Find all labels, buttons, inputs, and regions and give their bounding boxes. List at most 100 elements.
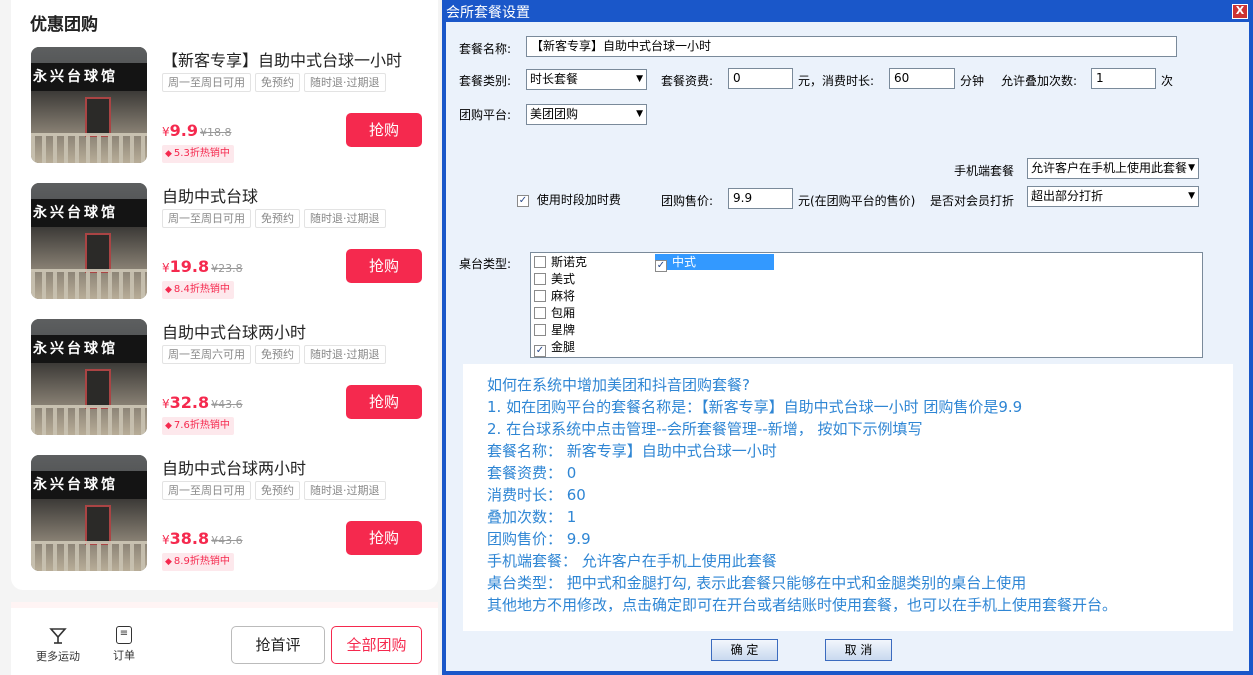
close-icon: X [1235,4,1245,17]
package-name-input[interactable]: 【新客专享】自助中式台球一小时 [526,36,1177,57]
fire-icon: ◆ [165,285,172,295]
deal-item[interactable]: 永兴台球馆 自助中式台球两小时 周一至周六可用 免预约 随时退·过期退 ¥32.8 ¥43.… [0,319,440,437]
buy-button[interactable]: 抢购 [346,113,422,147]
table-type-name: 中式 [672,255,697,269]
bottom-bar: 更多运动 ≡ 订单 抢首评 全部团购 [11,602,438,675]
dialog-title: 会所套餐设置 [446,5,530,21]
store-photo: 永兴台球馆 [31,319,147,435]
instruction-line: 其他地方不用修改，点击确定即可在开台或者结账时使用套餐，也可以在手机上使用套餐开… [487,596,1118,614]
mobile-package-select[interactable]: 允许客户在手机上使用此套餐 ▼ [1027,158,1199,179]
divider [11,602,438,608]
instruction-line: 桌台类型： 把中式和金腿打勾, 表示此套餐只能够在中式和金腿类别的桌台上使用 [487,574,1027,592]
buy-button[interactable]: 抢购 [346,521,422,555]
duration-input[interactable]: 60 [889,68,955,89]
store-sign-text: 永兴台球馆 [31,63,147,91]
discount-text: 7.6折热销中 [173,420,230,431]
deal-item[interactable]: 永兴台球馆 自助中式台球 周一至周日可用 免预约 随时退·过期退 ¥19.8 ¥23.8 ◆ 8… [0,183,440,301]
table-type-name: 美式 [551,272,576,286]
deal-tag: 随时退·过期退 [304,73,386,92]
discount-badge: ◆ 7.6折热销中 [162,417,234,435]
order-list-icon: ≡ [116,626,132,644]
instruction-line: 消费时长： 60 [487,486,586,504]
deal-tag: 免预约 [255,209,300,228]
group-price-input[interactable]: 9.9 [728,188,793,209]
package-type-select[interactable]: 时长套餐 ▼ [526,69,647,90]
dropdown-arrow-icon: ▼ [636,109,643,119]
fire-icon: ◆ [165,421,172,431]
member-discount-select[interactable]: 超出部分打折 ▼ [1027,186,1199,207]
buy-button[interactable]: 抢购 [346,249,422,283]
cocktail-glass-icon [48,626,68,646]
deal-title: 自助中式台球两小时 [162,323,307,342]
price-value: 19.8 [169,257,210,276]
fire-icon: ◆ [165,149,172,159]
dialog-body: 套餐名称: 【新客专享】自助中式台球一小时 套餐类别: 时长套餐 ▼ 套餐资费:… [446,22,1249,671]
deal-item[interactable]: 永兴台球馆 自助中式台球两小时周一至周日可用 免预约 随时退·过期退 ¥38.8 ¥43.… [0,455,440,573]
time-surcharge-checkbox[interactable]: ✓ 使用时段加时费 [517,191,621,208]
minutes-label: 分钟 [960,74,985,88]
instruction-line: 如何在系统中增加美团和抖音团购套餐? [487,376,750,394]
buy-button[interactable]: 抢购 [346,385,422,419]
discount-text: 8.9折热销中 [173,556,230,567]
deal-tag: 免预约 [255,73,300,92]
stack-times-input[interactable]: 1 [1091,68,1156,89]
checkbox-icon [534,273,546,285]
dropdown-arrow-icon: ▼ [1188,191,1195,201]
checkbox-checked-icon: ✓ [534,345,546,357]
original-price: ¥18.8 [199,126,232,139]
instruction-line: 手机端套餐： 允许客户在手机上使用此套餐 [487,552,777,570]
table-type-name: 包厢 [551,306,576,320]
deal-tag: 随时退·过期退 [304,345,386,364]
checkbox-icon [534,290,546,302]
table-type-item[interactable]: 包厢 [534,305,575,321]
table-type-item[interactable]: 斯诺克 [534,254,587,270]
instruction-note: 如何在系统中增加美团和抖音团购套餐? 1. 如在团购平台的套餐名称是：【新客专享】… [463,364,1233,631]
discount-text: 8.4折热销中 [173,284,230,295]
deal-price: ¥38.8 ¥43.6 [162,529,243,548]
instruction-line: 团购售价： 9.9 [487,530,591,548]
deal-item[interactable]: 永兴台球馆 【新客专享】自助中式台球一小时 周一至周日可用 免预约 随时退·过期退 ¥9.… [0,47,440,165]
deal-tags: 周一至周日可用 免预约 随时退·过期退 [162,481,386,500]
table-type-item[interactable]: 美式 [534,271,575,287]
deal-price: ¥32.8 ¥43.6 [162,393,243,412]
table-type-name: 麻将 [551,289,576,303]
orders-label: 订单 [113,649,135,662]
deal-tag: 随时退·过期退 [304,481,386,500]
discount-badge: ◆ 8.4折热销中 [162,281,234,299]
orders-button[interactable]: ≡ 订单 [99,626,149,663]
stack-times-label: 允许叠加次数: [1001,74,1078,88]
package-fee-input[interactable]: 0 [728,68,793,89]
table-type-item-zhongshi[interactable]: ✓ 中式 [655,254,774,272]
table-type-item[interactable]: ✓ 金腿 [534,339,575,357]
close-button[interactable]: X [1232,4,1248,19]
first-review-button[interactable]: 抢首评 [231,626,325,664]
table-type-item[interactable]: 星牌 [534,322,575,338]
table-type-name: 星牌 [551,323,576,337]
cancel-button[interactable]: 取 消 [825,639,892,661]
platform-select[interactable]: 美团团购 ▼ [526,104,647,125]
all-deals-button[interactable]: 全部团购 [331,626,422,664]
store-photo: 永兴台球馆 [31,455,147,571]
store-photo: 永兴台球馆 [31,47,147,163]
group-price-suffix: 元(在团购平台的售价) [798,194,916,208]
package-type-value: 时长套餐 [530,72,579,86]
checkbox-icon [534,324,546,336]
deal-price: ¥19.8 ¥23.8 [162,257,243,276]
ok-button[interactable]: 确 定 [711,639,778,661]
screen: 优惠团购 永兴台球馆 【新客专享】自助中式台球一小时 周一至周日可用 免预约 随时退·过… [0,0,1253,675]
member-discount-label: 是否对会员打折 [930,194,1015,208]
deal-tags: 周一至周日可用 免预约 随时退·过期退 [162,209,386,228]
checkbox-icon [534,307,546,319]
deal-title: 自助中式台球两小时 [162,459,307,478]
original-price: ¥43.6 [211,398,243,411]
original-price: ¥23.8 [211,262,243,275]
currency-symbol: ¥ [162,261,170,275]
mobile-package-value: 允许客户在手机上使用此套餐 [1031,161,1188,175]
more-sports-button[interactable]: 更多运动 [33,626,83,664]
dropdown-arrow-icon: ▼ [636,74,643,84]
store-sign-text: 永兴台球馆 [31,471,147,499]
table-type-item[interactable]: 麻将 [534,288,575,304]
platform-label: 团购平台: [459,108,512,122]
platform-value: 美团团购 [530,107,579,121]
package-fee-label: 套餐资费: [661,74,714,88]
